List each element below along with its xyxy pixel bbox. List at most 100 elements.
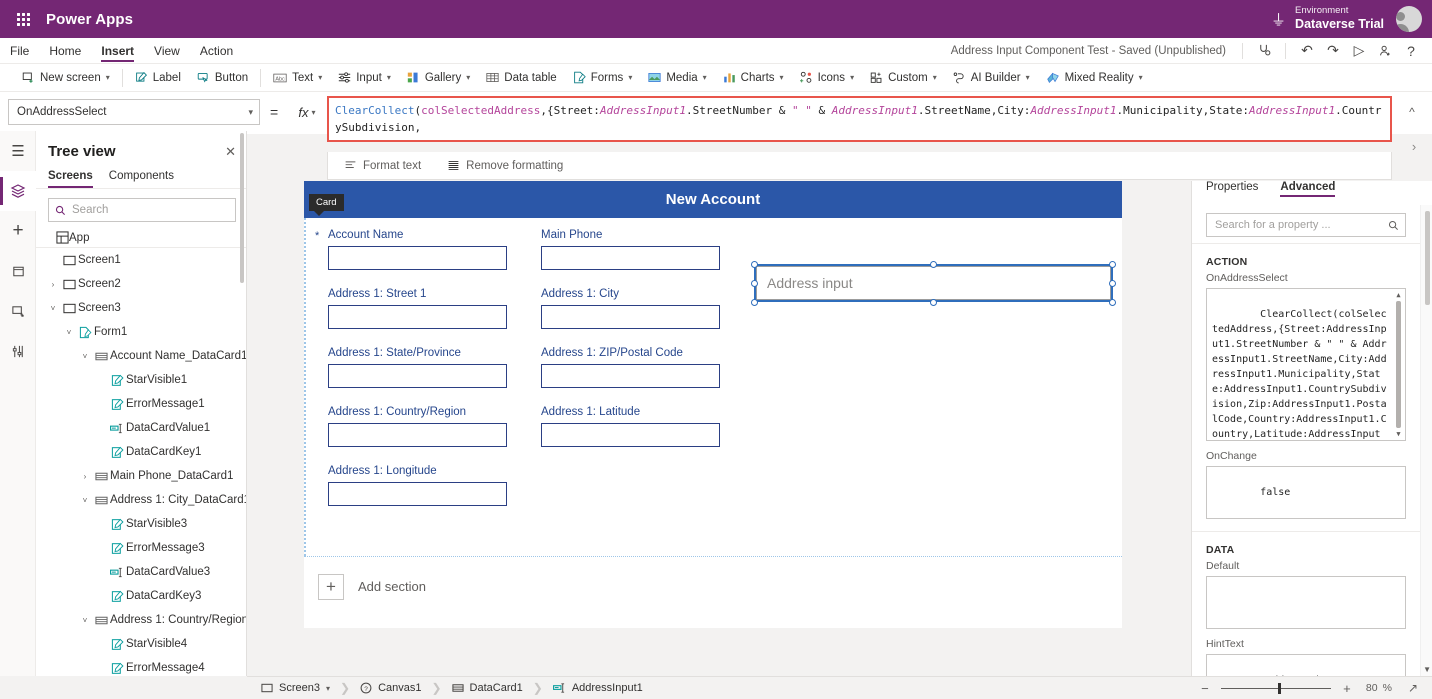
- tree-twisty-icon[interactable]: ˅: [62, 328, 76, 337]
- address-input-control[interactable]: Address input: [751, 261, 1116, 306]
- resize-handle-middle-left[interactable]: [751, 280, 758, 287]
- share-icon[interactable]: [1372, 39, 1398, 63]
- expand-panel-chevron-right-icon[interactable]: ›: [1404, 134, 1424, 158]
- ribbon-icons[interactable]: Icons ▾: [792, 64, 863, 92]
- ribbon-charts[interactable]: Charts ▾: [715, 64, 792, 92]
- tree-node-screen3[interactable]: ˅ Screen3: [36, 296, 246, 320]
- close-icon[interactable]: ✕: [225, 144, 236, 160]
- ribbon-ai-builder[interactable]: AI Builder ▾: [945, 64, 1038, 92]
- menu-item-file[interactable]: File: [0, 38, 39, 64]
- data-cylinder-icon[interactable]: [0, 251, 36, 291]
- field-input[interactable]: [328, 482, 507, 506]
- fx-button[interactable]: fx ▾: [290, 99, 324, 125]
- waffle-grid-icon[interactable]: [6, 12, 40, 26]
- tab-screens[interactable]: Screens: [48, 166, 93, 188]
- menu-item-view[interactable]: View: [144, 38, 190, 64]
- field-input[interactable]: [541, 246, 720, 270]
- resize-handle-top-right[interactable]: [1109, 261, 1116, 268]
- tree-node-datacardvalue3[interactable]: DataCardValue3: [36, 560, 246, 584]
- undo-icon[interactable]: ↶: [1294, 39, 1320, 63]
- chevron-down-icon[interactable]: ▾: [326, 684, 330, 693]
- tree-node-main-phone-datacard1[interactable]: › Main Phone_DataCard1: [36, 464, 246, 488]
- tab-advanced[interactable]: Advanced: [1280, 181, 1335, 197]
- field-input[interactable]: [328, 246, 507, 270]
- tree-node-address-1-country-region-datacard1[interactable]: ˅ Address 1: Country/Region_DataCard1: [36, 608, 246, 632]
- formula-collapse-button[interactable]: ^: [1400, 100, 1424, 124]
- tree-node-screen1[interactable]: Screen1: [36, 248, 246, 272]
- property-value-input[interactable]: ClearCollect(colSelectedAddress,{Street:…: [1206, 288, 1406, 441]
- app-checker-icon[interactable]: [1251, 39, 1277, 63]
- ribbon-custom[interactable]: Custom ▾: [862, 64, 945, 92]
- breadcrumb-screen3[interactable]: Screen3 ▾: [261, 682, 330, 694]
- tree-node-form1[interactable]: ˅ Form1: [36, 320, 246, 344]
- ribbon-text[interactable]: Abc Text ▾: [265, 64, 330, 92]
- ribbon-forms[interactable]: Forms ▾: [565, 64, 641, 92]
- ribbon-input[interactable]: Input ▾: [330, 64, 399, 92]
- properties-scrollbar[interactable]: [1425, 211, 1430, 305]
- field-input[interactable]: [328, 423, 507, 447]
- tree-twisty-icon[interactable]: ˅: [78, 352, 92, 361]
- property-value-scrollbar[interactable]: ▲ ▼: [1393, 290, 1404, 439]
- advanced-tools-icon[interactable]: [0, 331, 36, 371]
- tab-properties[interactable]: Properties: [1206, 181, 1258, 197]
- menu-item-home[interactable]: Home: [39, 38, 91, 64]
- property-select-dropdown[interactable]: OnAddressSelect ▾: [8, 99, 260, 125]
- ribbon-gallery[interactable]: Gallery ▾: [399, 64, 478, 92]
- help-icon[interactable]: ?: [1398, 39, 1424, 63]
- tree-node-address-1-city-datacard1[interactable]: ˅ Address 1: City_DataCard1: [36, 488, 246, 512]
- tree-node-starvisible3[interactable]: StarVisible3: [36, 512, 246, 536]
- resize-handle-bottom-right[interactable]: [1109, 299, 1116, 306]
- resize-handle-bottom-left[interactable]: [751, 299, 758, 306]
- tree-twisty-icon[interactable]: ˅: [78, 616, 92, 625]
- zoom-slider[interactable]: [1220, 682, 1331, 694]
- zoom-slider-thumb[interactable]: [1277, 682, 1281, 694]
- menu-item-action[interactable]: Action: [190, 38, 243, 64]
- field-input[interactable]: [328, 305, 507, 329]
- ribbon-media[interactable]: Media ▾: [640, 64, 714, 92]
- breadcrumb-canvas1[interactable]: ? Canvas1: [360, 682, 421, 694]
- menu-item-insert[interactable]: Insert: [91, 38, 144, 64]
- field-input[interactable]: [541, 423, 720, 447]
- plus-icon[interactable]: +: [318, 573, 344, 600]
- property-value-input[interactable]: [1206, 576, 1406, 629]
- tree-node-errormessage4[interactable]: ErrorMessage4: [36, 656, 246, 678]
- tree-twisty-icon[interactable]: ›: [78, 472, 92, 481]
- tree-scrollbar[interactable]: [240, 133, 244, 283]
- remove-formatting-button[interactable]: Remove formatting: [447, 160, 563, 172]
- field-input[interactable]: [328, 364, 507, 388]
- resize-handle-middle-right[interactable]: [1109, 280, 1116, 287]
- ribbon-data-table[interactable]: Data table: [478, 64, 564, 92]
- tree-node-starvisible4[interactable]: StarVisible4: [36, 632, 246, 656]
- scroll-up-arrow-icon[interactable]: ▲: [1396, 290, 1400, 300]
- environment-block[interactable]: Environment Dataverse Trial: [1295, 5, 1384, 31]
- plus-icon[interactable]: +: [1338, 681, 1356, 696]
- field-input[interactable]: [541, 364, 720, 388]
- tree-node-account-name-datacard1[interactable]: ˅ Account Name_DataCard1: [36, 344, 246, 368]
- scroll-down-arrow-icon[interactable]: ▼: [1423, 665, 1431, 674]
- format-text-button[interactable]: Format text: [344, 160, 421, 172]
- ribbon-button-control[interactable]: Button: [189, 64, 256, 92]
- resize-handle-top-center[interactable]: [930, 261, 937, 268]
- tree-twisty-icon[interactable]: ˅: [46, 304, 60, 313]
- tree-node-app[interactable]: App: [36, 228, 246, 248]
- tree-node-screen2[interactable]: › Screen2: [36, 272, 246, 296]
- media-library-icon[interactable]: [0, 291, 36, 331]
- preview-play-icon[interactable]: ▷: [1346, 39, 1372, 63]
- add-section-button[interactable]: + Add section: [304, 556, 1122, 616]
- tree-twisty-icon[interactable]: ›: [46, 280, 60, 289]
- tree-node-datacardvalue1[interactable]: DataCardValue1: [36, 416, 246, 440]
- tree-twisty-icon[interactable]: ˅: [78, 496, 92, 505]
- resize-handle-bottom-center[interactable]: [930, 299, 937, 306]
- expand-diagonal-icon[interactable]: ↗: [1408, 681, 1418, 695]
- ribbon-label-control[interactable]: Label: [127, 64, 189, 92]
- tab-components[interactable]: Components: [109, 166, 174, 188]
- property-search-input[interactable]: Search for a property ...: [1206, 213, 1406, 237]
- tree-node-datacardkey1[interactable]: DataCardKey1: [36, 440, 246, 464]
- breadcrumb-datacard1[interactable]: DataCard1: [451, 682, 523, 694]
- formula-input[interactable]: ClearCollect(colSelectedAddress,{Street:…: [327, 96, 1392, 142]
- tree-search-input[interactable]: Search: [48, 198, 236, 222]
- tree-view-layers-icon[interactable]: [0, 171, 36, 211]
- resize-handle-top-left[interactable]: [751, 261, 758, 268]
- property-value-input[interactable]: false: [1206, 466, 1406, 519]
- field-input[interactable]: [541, 305, 720, 329]
